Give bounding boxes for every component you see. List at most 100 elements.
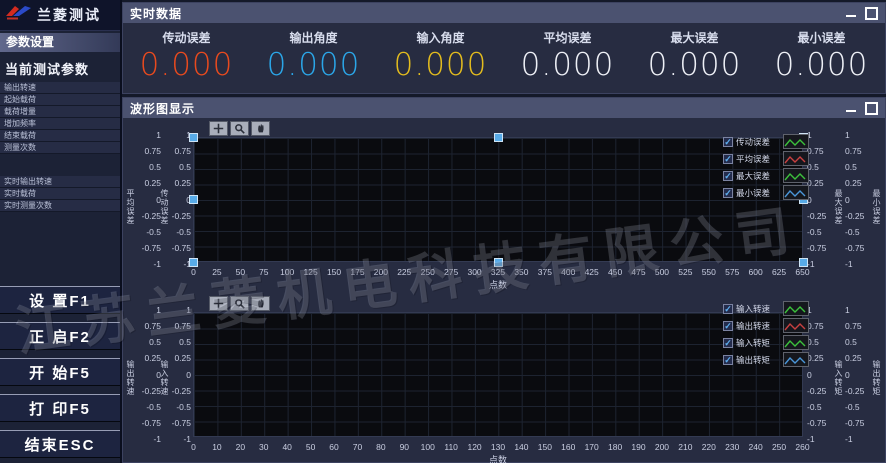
plot-area[interactable] [193,312,803,437]
sidebar-item-realtime-param[interactable]: 实时测量次数 [0,200,120,212]
x-tick-label: 500 [661,267,662,277]
x-tick-label: 110 [451,442,452,452]
selection-handle[interactable] [799,258,808,267]
pan-tool-icon[interactable] [251,296,270,311]
legend-checkbox[interactable]: ✓ [723,188,733,198]
x-tick-label: 75 [263,267,264,277]
x-tick-label: 120 [474,442,475,452]
legend-line-sample-icon [783,151,809,166]
realtime-panel-titlebar: 实时数据 [123,3,885,23]
maximize-icon[interactable] [865,7,878,20]
zoom-tool-icon[interactable] [230,296,249,311]
x-tick-label: 140 [521,442,522,452]
realtime-data-panel: 实时数据 传动误差0.000输出角度0.000输入角度0.000平均误差0.00… [122,2,886,94]
x-axis-title: 点数 [193,278,803,291]
y-tick-label: -0.75 [169,419,191,427]
x-tick-label: 80 [380,442,381,452]
x-tick-label: 600 [755,267,756,277]
legend-checkbox[interactable]: ✓ [723,154,733,164]
sidebar-button[interactable]: 结束ESC [0,430,120,458]
selection-handle[interactable] [189,195,198,204]
selection-handle[interactable] [494,258,503,267]
legend-label: 输入转速 [736,303,780,315]
y-tick-label: -0.75 [807,419,833,427]
x-axis: 0255075100125150175200225250275300325350… [193,267,803,277]
x-tick-label: 160 [568,442,569,452]
sidebar-section-parameter-settings[interactable]: 参数设置 [0,33,120,52]
y-tick-label: -0.75 [845,244,871,252]
sidebar-item-param[interactable]: 起始载荷 [0,94,120,106]
sidebar-item-param[interactable]: 测量次数 [0,142,120,154]
legend-item: ✓最小误差 [723,184,813,201]
zoom-tool-icon[interactable] [230,121,249,136]
y-tick-label: 1 [137,131,161,139]
metric-value: 0.000 [758,47,885,83]
x-tick-label: 0 [193,442,194,452]
y-tick-label: 0.25 [845,354,871,362]
legend-item: ✓输出转速 [723,317,813,334]
legend-item: ✓输入转速 [723,300,813,317]
y-tick-label: -0.5 [807,228,833,236]
x-tick-label: 275 [451,267,452,277]
selection-handle[interactable] [494,133,503,142]
sidebar-item-realtime-param[interactable]: 实时载荷 [0,188,120,200]
cursor-tool-icon[interactable] [209,296,228,311]
minimize-icon[interactable] [846,110,856,112]
metric-label: 传动误差 [123,29,250,46]
sidebar-item-param[interactable]: 输出转速 [0,82,120,94]
legend-line-sample-icon [783,335,809,350]
sidebar: 兰菱测试 参数设置 当前测试参数 输出转速起始载荷载荷增量增加频率结束载荷测量次… [0,0,122,463]
legend-checkbox[interactable]: ✓ [723,304,733,314]
legend-label: 平均误差 [736,153,780,165]
selection-handle[interactable] [189,258,198,267]
legend-item: ✓平均误差 [723,150,813,167]
legend-checkbox[interactable]: ✓ [723,137,733,147]
sidebar-item-param[interactable]: 载荷增量 [0,106,120,118]
x-tick-label: 130 [497,442,498,452]
x-tick-label: 40 [287,442,288,452]
y-tick-label: -1 [169,435,191,443]
x-tick-label: 30 [263,442,264,452]
y-tick-label: 0 [137,371,161,379]
sidebar-item-param[interactable]: 增加频率 [0,118,120,130]
realtime-panel-title: 实时数据 [130,5,182,22]
x-tick-label: 150 [544,442,545,452]
sidebar-item-param[interactable]: 结束载荷 [0,130,120,142]
x-tick-label: 625 [779,267,780,277]
legend-checkbox[interactable]: ✓ [723,338,733,348]
y-tick-label: 0.5 [137,338,161,346]
sidebar-button[interactable]: 正 启F2 [0,322,120,350]
maximize-icon[interactable] [865,102,878,115]
legend-checkbox[interactable]: ✓ [723,355,733,365]
y-tick-label: 0 [169,371,191,379]
x-tick-label: 260 [802,442,803,452]
legend-checkbox[interactable]: ✓ [723,321,733,331]
company-logo-icon [5,4,33,26]
cursor-tool-icon[interactable] [209,121,228,136]
y-tick-label: 0.75 [137,147,161,155]
legend-checkbox[interactable]: ✓ [723,171,733,181]
sidebar-item-realtime-param[interactable]: 实时输出转速 [0,176,120,188]
x-tick-label: 200 [661,442,662,452]
selection-handle[interactable] [189,133,198,142]
sidebar-button[interactable]: 打 印F5 [0,394,120,422]
x-tick-label: 180 [615,442,616,452]
speed-torque-chart: 10.750.50.250-0.25-0.5-0.75-1输出转速10.750.… [123,294,885,462]
y-tick-label: -0.25 [169,387,191,395]
error-chart: 10.750.50.250-0.25-0.5-0.75-1平均误差10.750.… [123,119,885,294]
y-tick-label: -1 [137,260,161,268]
plot-area[interactable] [193,137,803,262]
y-tick-label: 1 [169,306,191,314]
pan-tool-icon[interactable] [251,121,270,136]
sidebar-button[interactable]: 设 置F1 [0,286,120,314]
x-tick-label: 150 [334,267,335,277]
sidebar-button[interactable]: 开 始F5 [0,358,120,386]
y-tick-label: 0.75 [169,322,191,330]
x-tick-label: 10 [216,442,217,452]
minimize-icon[interactable] [846,15,856,17]
metric-cell: 平均误差0.000 [504,23,631,93]
metric-cell: 输出角度0.000 [250,23,377,93]
x-tick-label: 225 [404,267,405,277]
legend-line-sample-icon [783,318,809,333]
y-tick-label: -1 [845,260,871,268]
